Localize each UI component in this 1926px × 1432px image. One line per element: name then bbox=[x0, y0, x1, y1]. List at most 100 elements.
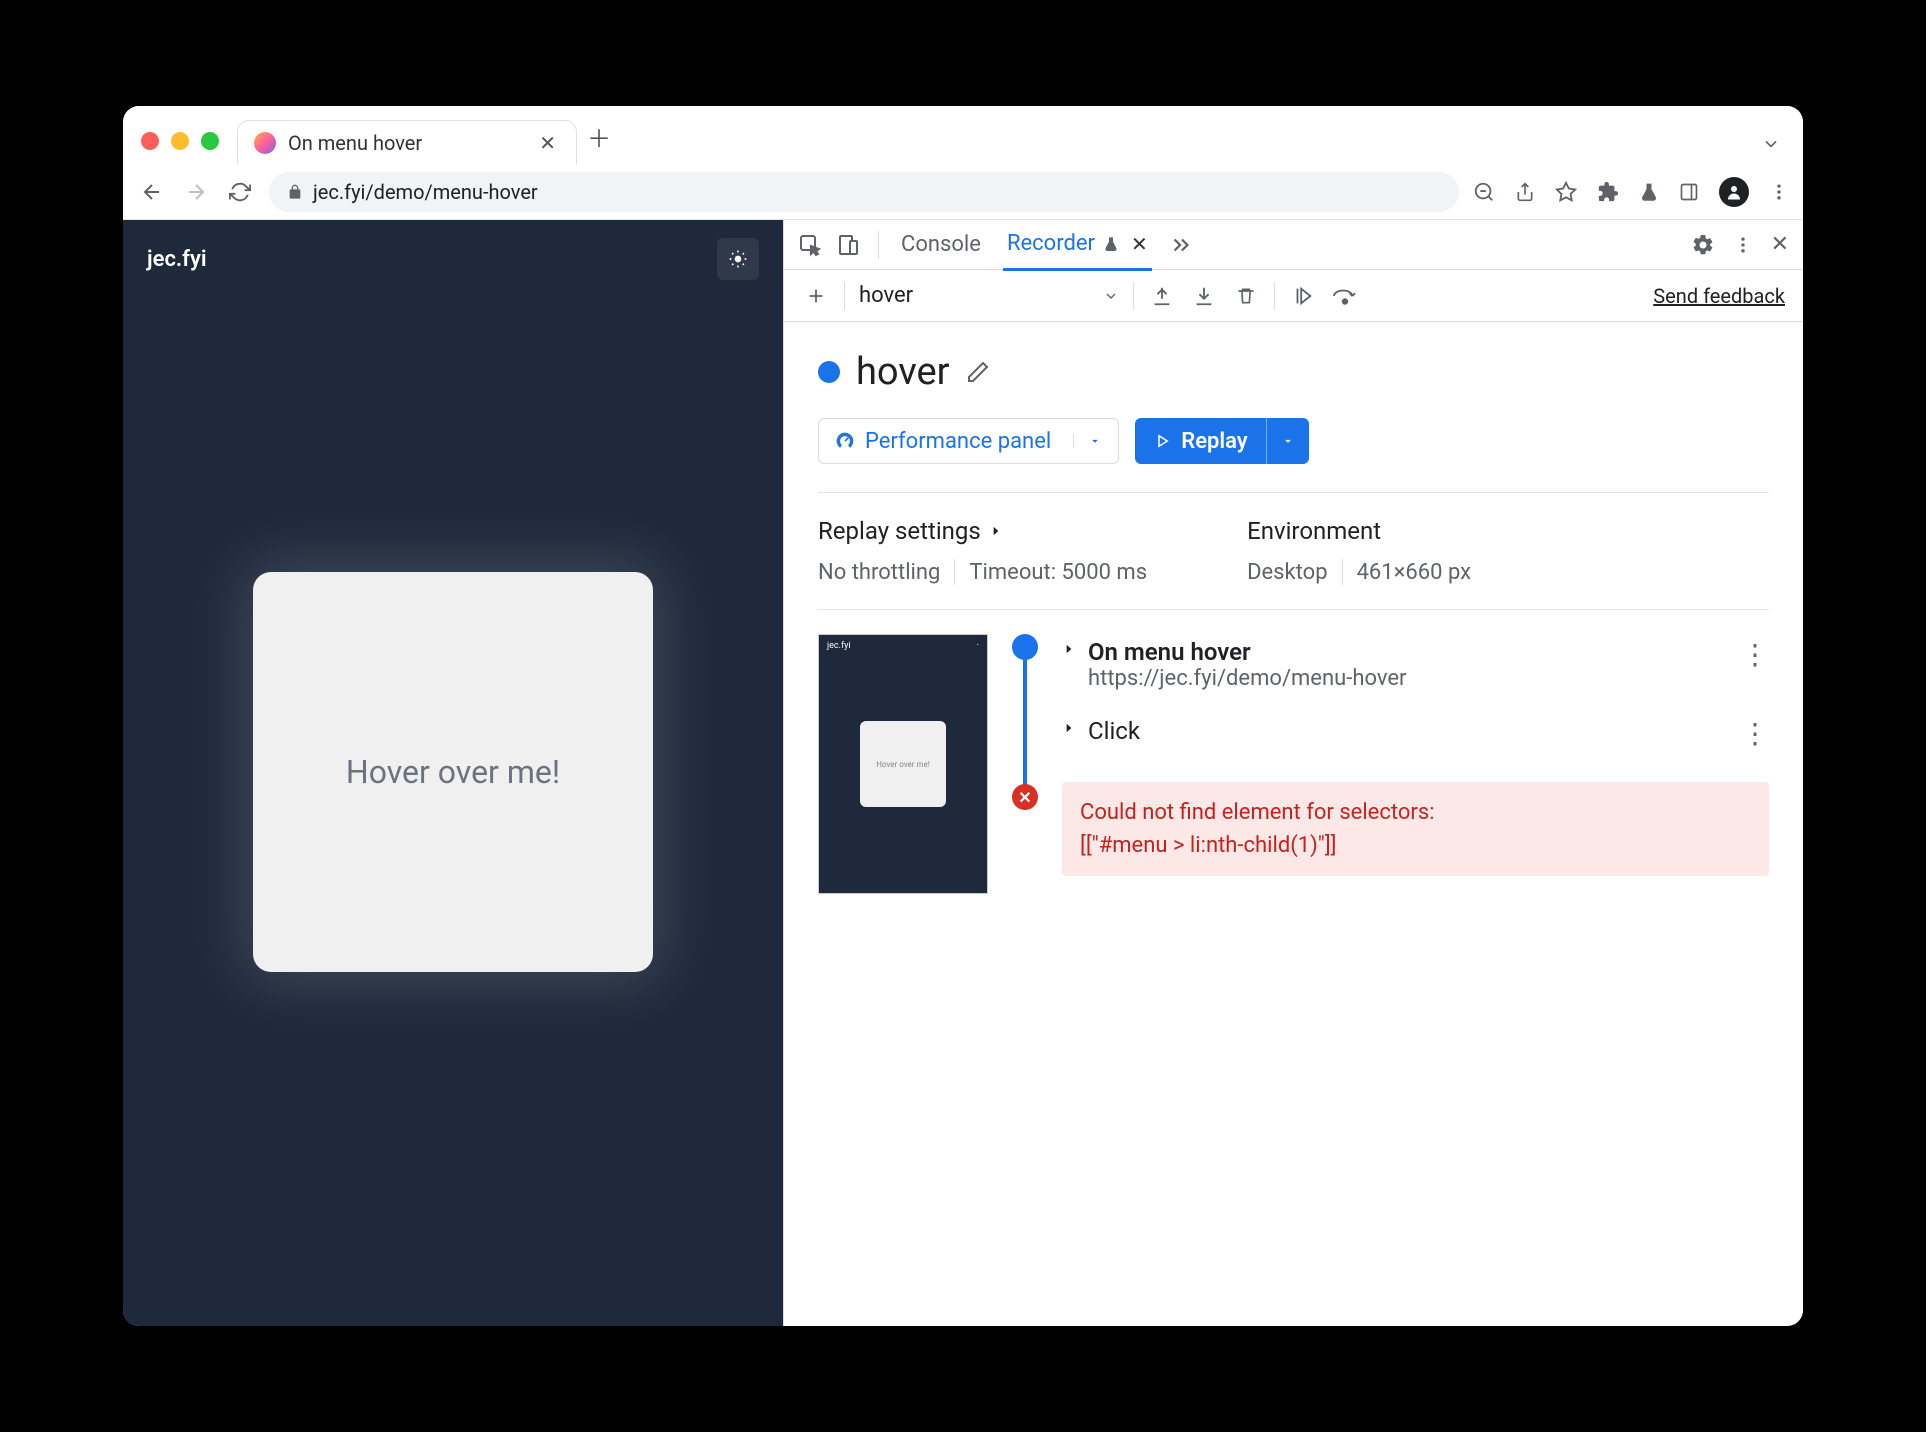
favicon bbox=[254, 132, 276, 154]
sun-icon bbox=[728, 249, 748, 269]
close-window-button[interactable] bbox=[141, 132, 159, 150]
timeline-dot-error: ✕ bbox=[1012, 784, 1038, 810]
recorder-toolbar: hover Send feedback bbox=[784, 270, 1803, 322]
extensions-icon[interactable] bbox=[1597, 181, 1619, 203]
inspect-element-icon[interactable] bbox=[798, 233, 822, 257]
performance-panel-label: Performance panel bbox=[865, 429, 1051, 454]
performance-panel-dropdown[interactable] bbox=[1073, 434, 1102, 448]
timeline: ✕ bbox=[1010, 634, 1040, 894]
step-icon[interactable] bbox=[1331, 282, 1359, 310]
settings-gear-icon[interactable] bbox=[1691, 233, 1715, 257]
settings-row: Replay settings No throttling Timeout: 5… bbox=[818, 492, 1769, 609]
continue-icon[interactable] bbox=[1289, 282, 1317, 310]
step-click-label: Click bbox=[1088, 717, 1729, 745]
replay-settings-heading[interactable]: Replay settings bbox=[818, 517, 1147, 545]
export-icon[interactable] bbox=[1148, 282, 1176, 310]
bookmark-star-icon[interactable] bbox=[1555, 181, 1577, 203]
side-panel-icon[interactable] bbox=[1679, 182, 1699, 202]
caret-right-icon bbox=[1062, 721, 1076, 735]
forward-button[interactable] bbox=[181, 177, 211, 207]
timeline-dot-start bbox=[1012, 634, 1038, 660]
tab-console[interactable]: Console bbox=[897, 220, 985, 269]
recording-selector[interactable]: hover bbox=[859, 283, 1119, 308]
gauge-icon bbox=[835, 431, 855, 451]
performance-panel-button[interactable]: Performance panel bbox=[818, 418, 1119, 464]
step-navigate[interactable]: On menu hover https://jec.fyi/demo/menu-… bbox=[1062, 634, 1769, 713]
step-menu-icon[interactable]: ⋮ bbox=[1741, 717, 1769, 750]
hover-card[interactable]: Hover over me! bbox=[253, 572, 653, 972]
window-controls bbox=[141, 132, 219, 150]
page-viewport: jec.fyi Hover over me! bbox=[123, 220, 783, 1326]
delete-icon[interactable] bbox=[1232, 282, 1260, 310]
flask-icon bbox=[1103, 236, 1119, 252]
reload-button[interactable] bbox=[225, 177, 255, 207]
play-icon bbox=[1153, 432, 1171, 450]
caret-right-icon bbox=[989, 524, 1003, 538]
dimensions-value: 461×660 px bbox=[1357, 560, 1472, 585]
page-thumbnail: jec.fyi · Hover over me! bbox=[818, 634, 988, 894]
environment-settings: Environment Desktop 461×660 px bbox=[1247, 517, 1471, 585]
replay-settings: Replay settings No throttling Timeout: 5… bbox=[818, 517, 1147, 585]
action-buttons: Performance panel Replay bbox=[818, 418, 1769, 464]
url-input[interactable]: jec.fyi/demo/menu-hover bbox=[269, 172, 1459, 212]
new-recording-icon[interactable] bbox=[802, 282, 830, 310]
recorder-body: hover Performance panel Repla bbox=[784, 322, 1803, 1326]
address-bar-actions bbox=[1473, 177, 1789, 207]
replay-dropdown[interactable] bbox=[1266, 418, 1309, 464]
import-icon[interactable] bbox=[1190, 282, 1218, 310]
replay-label: Replay bbox=[1181, 429, 1247, 454]
step-navigate-title: On menu hover bbox=[1088, 638, 1729, 666]
error-line-2: [["#menu > li:nth-child(1)"]] bbox=[1080, 829, 1751, 862]
tab-strip: On menu hover ✕ ＋ bbox=[123, 106, 1803, 164]
page-header: jec.fyi bbox=[123, 220, 783, 298]
hover-card-text: Hover over me! bbox=[346, 753, 560, 791]
back-button[interactable] bbox=[137, 177, 167, 207]
theme-toggle-button[interactable] bbox=[717, 238, 759, 280]
minimize-window-button[interactable] bbox=[171, 132, 189, 150]
browser-tab[interactable]: On menu hover ✕ bbox=[237, 120, 577, 164]
close-devtools-icon[interactable]: ✕ bbox=[1771, 232, 1789, 257]
steps-list: On menu hover https://jec.fyi/demo/menu-… bbox=[1062, 634, 1769, 894]
replay-button[interactable]: Replay bbox=[1135, 418, 1308, 464]
recording-title-row: hover bbox=[818, 350, 1769, 394]
close-tab-recorder-icon[interactable]: ✕ bbox=[1131, 232, 1148, 256]
device-value: Desktop bbox=[1247, 560, 1328, 585]
tab-recorder[interactable]: Recorder ✕ bbox=[1003, 220, 1152, 271]
url-text: jec.fyi/demo/menu-hover bbox=[313, 180, 1441, 204]
page-body: Hover over me! bbox=[123, 298, 783, 1326]
device-toolbar-icon[interactable] bbox=[836, 233, 860, 257]
thumb-logo: jec.fyi bbox=[827, 641, 851, 651]
tabs-dropdown-icon[interactable] bbox=[1761, 134, 1781, 154]
tab-recorder-label: Recorder bbox=[1007, 231, 1095, 256]
page-logo[interactable]: jec.fyi bbox=[147, 247, 207, 272]
step-menu-icon[interactable]: ⋮ bbox=[1741, 638, 1769, 671]
profile-avatar-icon[interactable] bbox=[1719, 177, 1749, 207]
throttling-value: No throttling bbox=[818, 560, 940, 585]
new-tab-button[interactable]: ＋ bbox=[587, 119, 611, 154]
address-bar: jec.fyi/demo/menu-hover bbox=[123, 164, 1803, 220]
labs-icon[interactable] bbox=[1639, 182, 1659, 202]
error-line-1: Could not find element for selectors: bbox=[1080, 796, 1751, 829]
zoom-icon[interactable] bbox=[1473, 181, 1495, 203]
devtools-panel: Console Recorder ✕ ✕ hover bbox=[783, 220, 1803, 1326]
share-icon[interactable] bbox=[1515, 182, 1535, 202]
recording-title: hover bbox=[856, 350, 950, 394]
steps-area: jec.fyi · Hover over me! ✕ bbox=[818, 609, 1769, 918]
content-area: jec.fyi Hover over me! Console bbox=[123, 220, 1803, 1326]
more-tabs-icon[interactable] bbox=[1170, 234, 1192, 256]
maximize-window-button[interactable] bbox=[201, 132, 219, 150]
lock-icon bbox=[287, 184, 303, 200]
environment-heading: Environment bbox=[1247, 517, 1471, 545]
recording-name: hover bbox=[859, 283, 913, 308]
devtools-menu-icon[interactable] bbox=[1733, 235, 1753, 255]
step-click[interactable]: Click ⋮ bbox=[1062, 713, 1769, 772]
send-feedback-link[interactable]: Send feedback bbox=[1653, 284, 1785, 308]
edit-title-icon[interactable] bbox=[966, 360, 990, 384]
devtools-tabbar: Console Recorder ✕ ✕ bbox=[784, 220, 1803, 270]
caret-right-icon bbox=[1062, 642, 1076, 656]
browser-window: On menu hover ✕ ＋ jec.fyi/demo/menu-hove… bbox=[123, 106, 1803, 1326]
close-tab-icon[interactable]: ✕ bbox=[535, 131, 560, 155]
thumb-card: Hover over me! bbox=[860, 721, 946, 807]
browser-menu-icon[interactable] bbox=[1769, 182, 1789, 202]
tab-title: On menu hover bbox=[288, 131, 523, 155]
